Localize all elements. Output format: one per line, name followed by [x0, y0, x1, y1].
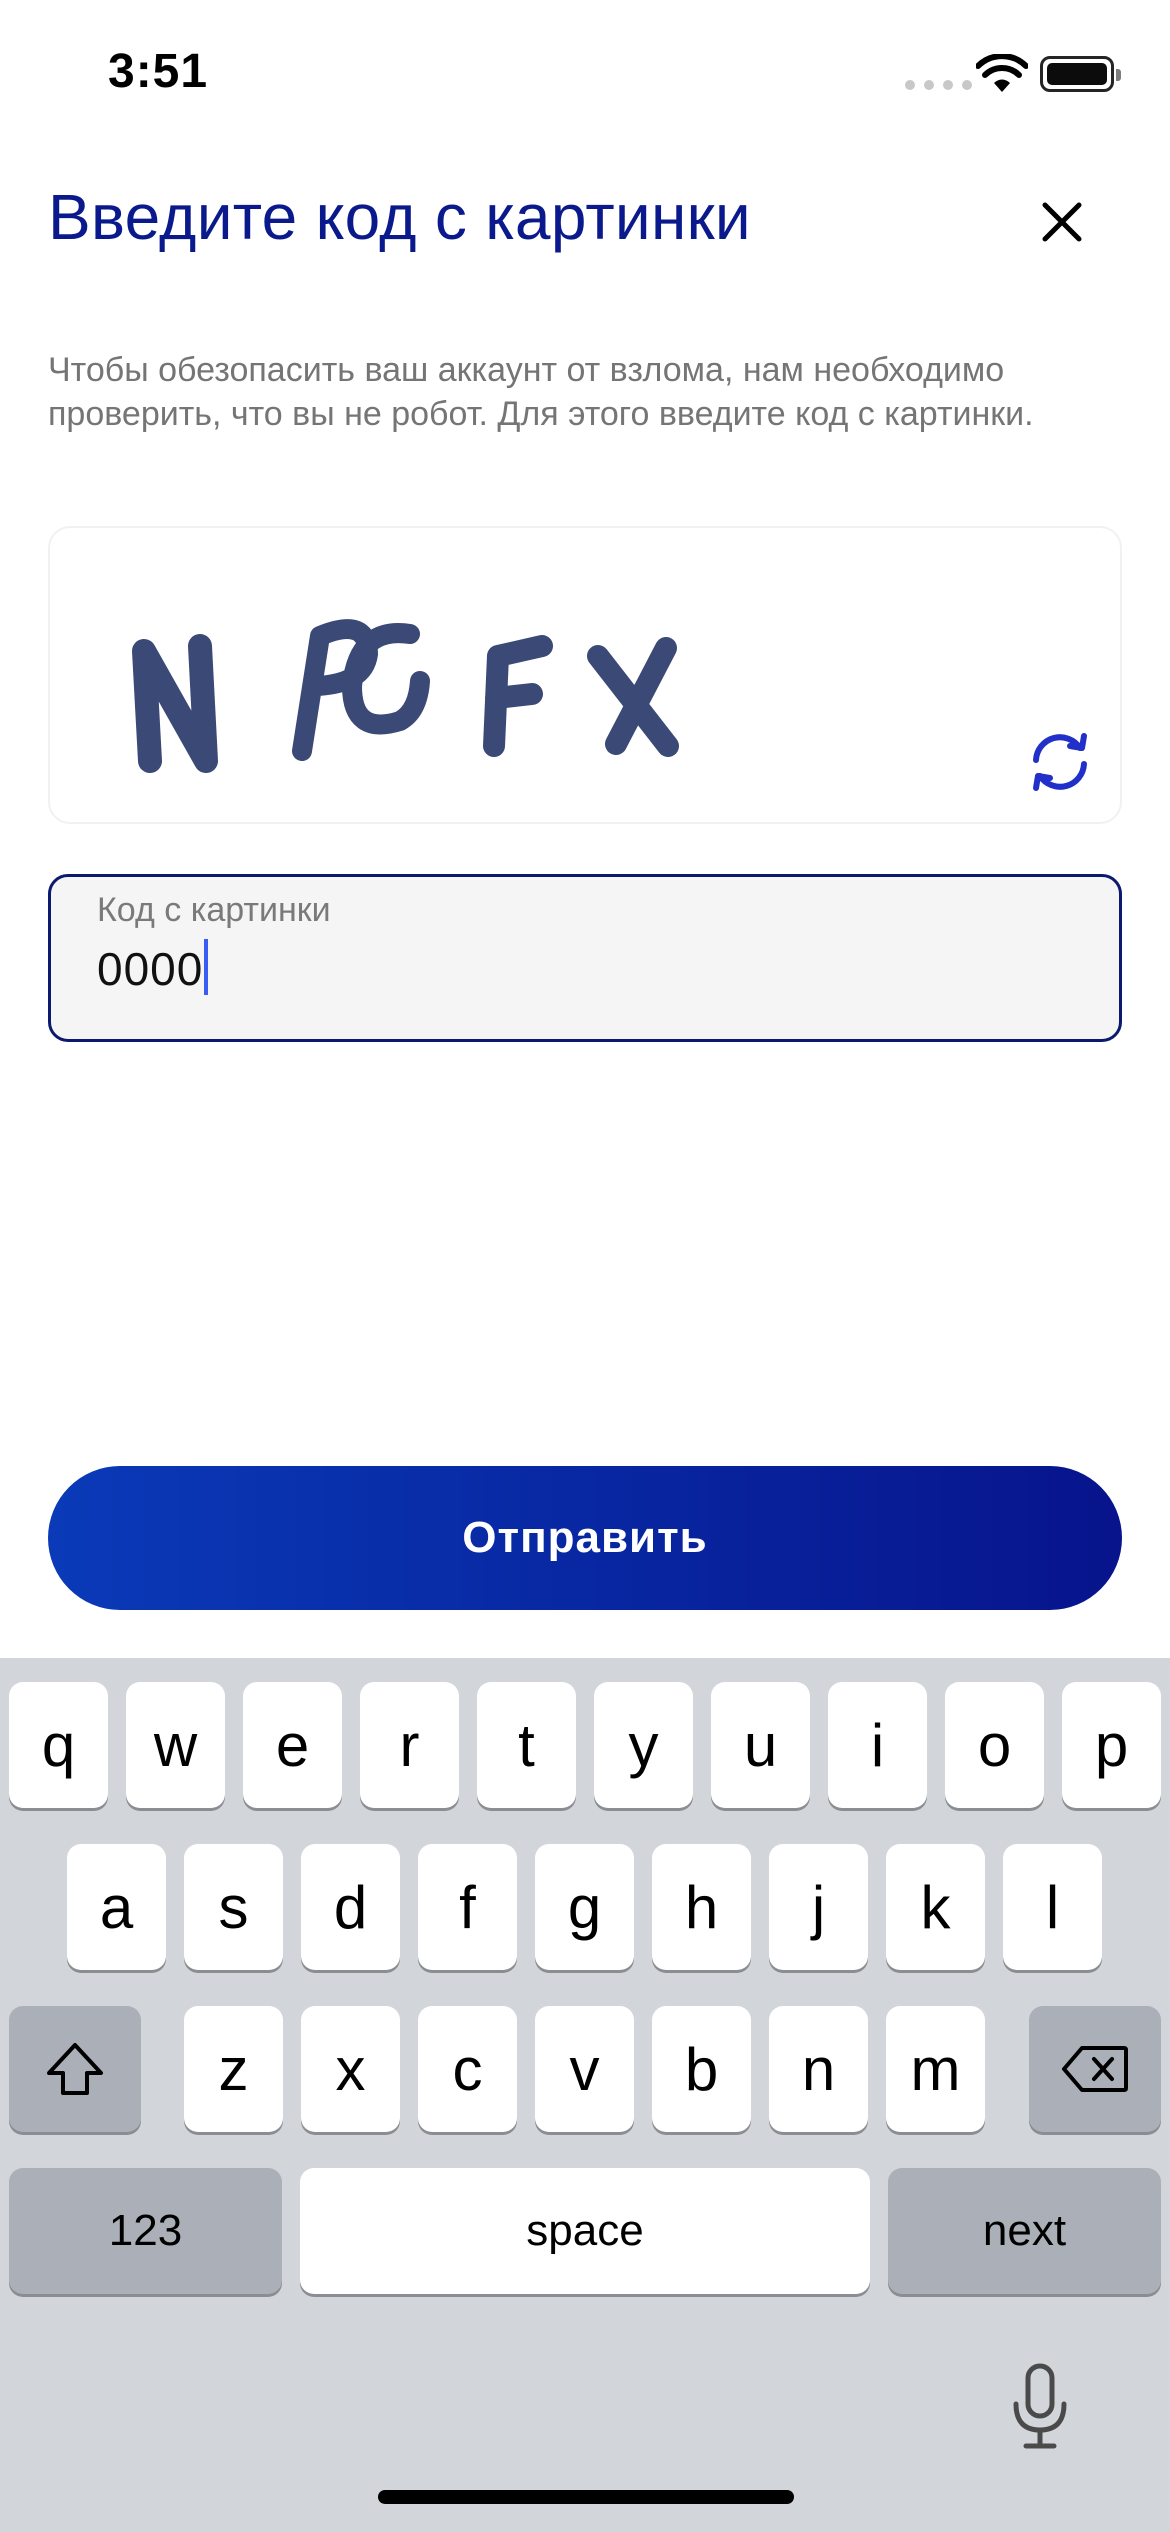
key-f[interactable]: f — [418, 1844, 517, 1970]
backspace-icon — [1062, 2046, 1128, 2092]
key-s[interactable]: s — [184, 1844, 283, 1970]
key-w[interactable]: w — [126, 1682, 225, 1808]
close-button[interactable] — [1030, 190, 1094, 254]
key-x[interactable]: x — [301, 2006, 400, 2132]
key-z[interactable]: z — [184, 2006, 283, 2132]
key-e[interactable]: e — [243, 1682, 342, 1808]
captcha-card — [48, 526, 1122, 824]
key-i[interactable]: i — [828, 1682, 927, 1808]
key-k[interactable]: k — [886, 1844, 985, 1970]
refresh-captcha-button[interactable] — [1022, 724, 1098, 800]
key-p[interactable]: p — [1062, 1682, 1161, 1808]
key-a[interactable]: a — [67, 1844, 166, 1970]
captcha-code-field[interactable]: Код с картинки 0000 — [48, 874, 1122, 1042]
shift-icon — [47, 2043, 103, 2095]
key-h[interactable]: h — [652, 1844, 751, 1970]
microphone-icon[interactable] — [1008, 2362, 1072, 2452]
key-g[interactable]: g — [535, 1844, 634, 1970]
space-key[interactable]: space — [300, 2168, 870, 2294]
key-t[interactable]: t — [477, 1682, 576, 1808]
submit-button[interactable]: Отправить — [48, 1466, 1122, 1610]
key-d[interactable]: d — [301, 1844, 400, 1970]
captcha-code-value: 0000 — [97, 943, 204, 995]
backspace-key[interactable] — [1029, 2006, 1161, 2132]
shift-key[interactable] — [9, 2006, 141, 2132]
key-c[interactable]: c — [418, 2006, 517, 2132]
key-l[interactable]: l — [1003, 1844, 1102, 1970]
description-text: Чтобы обезопасить ваш аккаунт от взлома,… — [48, 351, 1034, 433]
key-v[interactable]: v — [535, 2006, 634, 2132]
numbers-key[interactable]: 123 — [9, 2168, 282, 2294]
key-m[interactable]: m — [886, 2006, 985, 2132]
key-u[interactable]: u — [711, 1682, 810, 1808]
wifi-icon — [976, 54, 1028, 92]
cellular-signal-icon — [905, 80, 972, 90]
status-time: 3:51 — [108, 45, 209, 98]
battery-icon — [1040, 56, 1121, 92]
captcha-code-input[interactable]: 0000 — [97, 939, 209, 996]
next-key[interactable]: next — [888, 2168, 1161, 2294]
key-y[interactable]: y — [594, 1682, 693, 1808]
keyboard: q w e r t y u i o p a s d f g h j k l z … — [0, 1658, 1170, 2532]
page-title: Введите код с картинки — [48, 181, 751, 253]
home-indicator[interactable] — [378, 2490, 794, 2504]
key-q[interactable]: q — [9, 1682, 108, 1808]
key-o[interactable]: o — [945, 1682, 1044, 1808]
key-b[interactable]: b — [652, 2006, 751, 2132]
key-n[interactable]: n — [769, 2006, 868, 2132]
captcha-image — [120, 566, 960, 796]
refresh-icon — [1033, 733, 1087, 791]
text-caret — [204, 939, 209, 995]
key-r[interactable]: r — [360, 1682, 459, 1808]
captcha-code-label: Код с картинки — [97, 891, 331, 929]
close-icon — [1042, 202, 1082, 242]
status-bar: 3:51 — [0, 0, 1170, 150]
key-j[interactable]: j — [769, 1844, 868, 1970]
